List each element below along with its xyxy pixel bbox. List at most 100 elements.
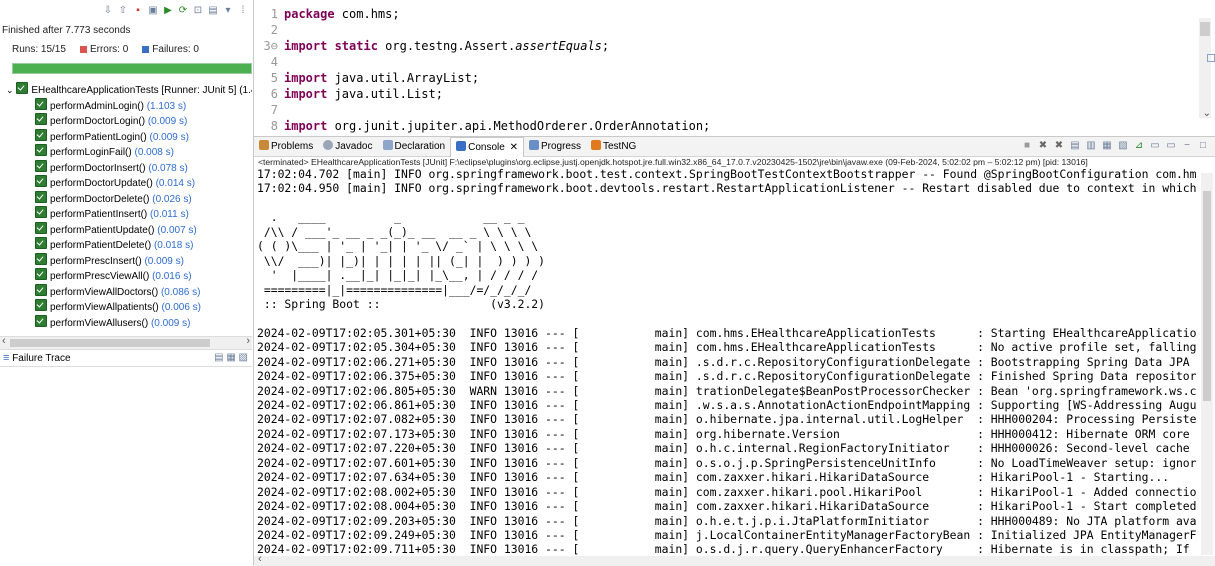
test-case-row[interactable]: performDoctorLogin() (0.009 s) [2,113,252,129]
stop-icon[interactable]: ⊡ [192,5,204,17]
code-line[interactable]: 5 import java.util.ArrayList; [258,70,710,86]
test-passed-icon [35,237,47,249]
code-line[interactable]: 7 [258,102,710,118]
line-number: 1 [270,7,278,21]
tab-testng[interactable]: TestNG [586,137,641,156]
code-line[interactable]: 1 package com.hms; [258,6,710,22]
test-time: (0.008 s) [134,147,174,158]
console-line: 2024-02-09T17:02:09.203+05:30 INFO 13016… [257,513,1197,528]
test-counters: Runs: 15/15 Errors: 0 Failures: 0 [12,44,199,55]
code-line[interactable]: 2 [258,22,710,38]
scroll-left-icon[interactable]: ‹ [258,553,262,565]
minimize-icon[interactable]: − [1181,140,1193,152]
tab-problems[interactable]: Problems [254,137,318,156]
line-number: 2 [270,23,278,37]
compare-results-icon[interactable]: ▤ ▦ ▧ [214,350,248,366]
code-editor[interactable]: 1 package com.hms; 2 3⊖ import static org.te… [254,0,1215,134]
scrollbar-thumb[interactable] [1200,22,1210,36]
tab-console[interactable]: Console ✕ [450,136,524,157]
test-case-row[interactable]: performPatientUpdate() (0.007 s) [2,221,252,238]
keyword: import [284,119,328,133]
rerun-failed-icon[interactable]: ⟳ [177,5,189,17]
code-text: java.util.List; [327,87,443,101]
scroll-lock-icon[interactable]: ▥ [1085,140,1097,152]
tree-horizontal-scrollbar[interactable]: ‹ › [0,335,252,350]
open-console-icon[interactable]: ▭ [1165,140,1177,152]
test-case-row[interactable]: performViewAllDoctors() (0.086 s) [2,283,252,300]
clear-console-icon[interactable]: ▤ [1069,140,1081,152]
console-line: 17:02:04.702 [main] INFO org.springframe… [257,167,1197,181]
test-time: (0.006 s) [161,302,201,313]
code-line[interactable]: 4 [258,54,710,70]
test-passed-icon [35,268,47,280]
finished-status: Finished after 7.773 seconds [2,25,131,36]
tab-progress[interactable]: Progress [524,137,586,156]
console-line: 2024-02-09T17:02:06.271+05:30 INFO 13016… [257,354,1197,369]
line-number: 5 [270,71,278,85]
test-case-row[interactable]: performViewAllusers() (0.009 s) [2,314,252,331]
test-case-row[interactable]: performAdminLogin() (1.103 s) [2,97,252,114]
editor-text[interactable]: 1 package com.hms; 2 3⊖ import static org.te… [258,6,711,134]
test-case-row[interactable]: performPrescInsert() (0.009 s) [2,252,252,269]
terminate-icon[interactable]: ■ [1021,140,1033,152]
code-line[interactable]: 8 import org.junit.jupiter.api.MethodOrde… [258,118,711,134]
test-case-row[interactable]: performPatientInsert() (0.011 s) [2,206,252,222]
runs-count: Runs: 15/15 [12,44,66,55]
scrollbar-thumb[interactable] [10,339,210,347]
pin-console-icon[interactable]: ⊿ [1133,140,1145,152]
remove-launch-icon[interactable]: ✖ [1037,140,1049,152]
tab-declaration[interactable]: Declaration [378,137,451,156]
word-wrap-icon[interactable]: ▦ [1101,140,1113,152]
show-failures-only-icon[interactable]: ▪ [132,5,144,17]
test-name: performLoginFail() [50,147,132,158]
console-line: 2024-02-09T17:02:05.304+05:30 INFO 13016… [257,340,1197,355]
display-console-icon[interactable]: ▭ [1149,140,1161,152]
failure-trace-label: Failure Trace [12,353,71,364]
test-passed-icon [35,283,47,296]
scroll-down-icon[interactable]: ⌄ [1203,108,1211,119]
test-case-row[interactable]: performDoctorInsert() (0.078 s) [2,159,252,176]
code-method: assertEquals [515,39,602,53]
test-case-row[interactable]: performPrescViewAll() (0.016 s) [2,268,252,284]
scrollbar-thumb[interactable] [1203,191,1211,401]
maximize-icon[interactable]: □ [1197,140,1209,152]
test-case-row[interactable]: performPatientLogin() (0.009 s) [2,128,252,145]
history-icon[interactable]: ▤ [207,5,219,17]
collapse-icon[interactable]: ⌄ [6,85,14,95]
test-time: (0.078 s) [148,162,188,174]
test-passed-icon [35,113,47,125]
line-number: 6 [270,87,278,101]
view-menu-icon[interactable]: ▾ [222,5,234,17]
tab-javadoc[interactable]: Javadoc [318,137,377,156]
next-failure-icon[interactable]: ⇩ [102,5,114,17]
test-suite-row[interactable]: ⌄ EHealthcareApplicationTests [Runner: J… [2,82,252,98]
test-case-row[interactable]: performPatientDelete() (0.018 s) [2,237,252,253]
test-case-row[interactable]: performDoctorUpdate() (0.014 s) [2,175,252,191]
minimize-icon[interactable]: ⁞ [237,5,249,17]
console-line: . ____ _ __ _ _ [257,210,525,225]
code-line[interactable]: 6 import java.util.List; [258,86,710,102]
problems-icon [259,140,269,150]
code-line[interactable]: 3⊖ import static org.testng.Assert.assert… [258,38,710,54]
previous-failure-icon[interactable]: ⇧ [117,5,129,17]
scroll-right-icon[interactable]: › [246,335,250,347]
console-line: 2024-02-09T17:02:07.173+05:30 INFO 13016… [257,426,1190,441]
close-icon[interactable]: ✕ [510,142,518,153]
show-on-output-icon[interactable]: ▧ [1117,140,1129,152]
editor-vertical-scrollbar[interactable] [1199,18,1211,118]
test-name: performViewAllusers() [50,317,149,329]
scroll-left-icon[interactable]: ‹ [2,335,6,347]
test-case-row[interactable]: performLoginFail() (0.008 s) [2,144,252,160]
console-output[interactable]: 17:02:04.702 [main] INFO org.springframe… [257,167,1197,557]
tab-label: TestNG [602,141,637,152]
test-passed-icon [35,206,47,218]
test-case-row[interactable]: performDoctorDelete() (0.026 s) [2,190,252,207]
console-line: 2024-02-09T17:02:07.601+05:30 INFO 13016… [257,455,1197,470]
test-passed-icon [35,97,47,110]
scroll-lock-icon[interactable]: ▣ [147,5,159,17]
test-passed-icon [35,144,47,156]
console-vertical-scrollbar[interactable] [1201,173,1213,555]
test-case-row[interactable]: performViewAllpatients() (0.006 s) [2,299,252,315]
rerun-test-icon[interactable]: ▶ [162,5,174,17]
remove-all-icon[interactable]: ✖ [1053,140,1065,152]
